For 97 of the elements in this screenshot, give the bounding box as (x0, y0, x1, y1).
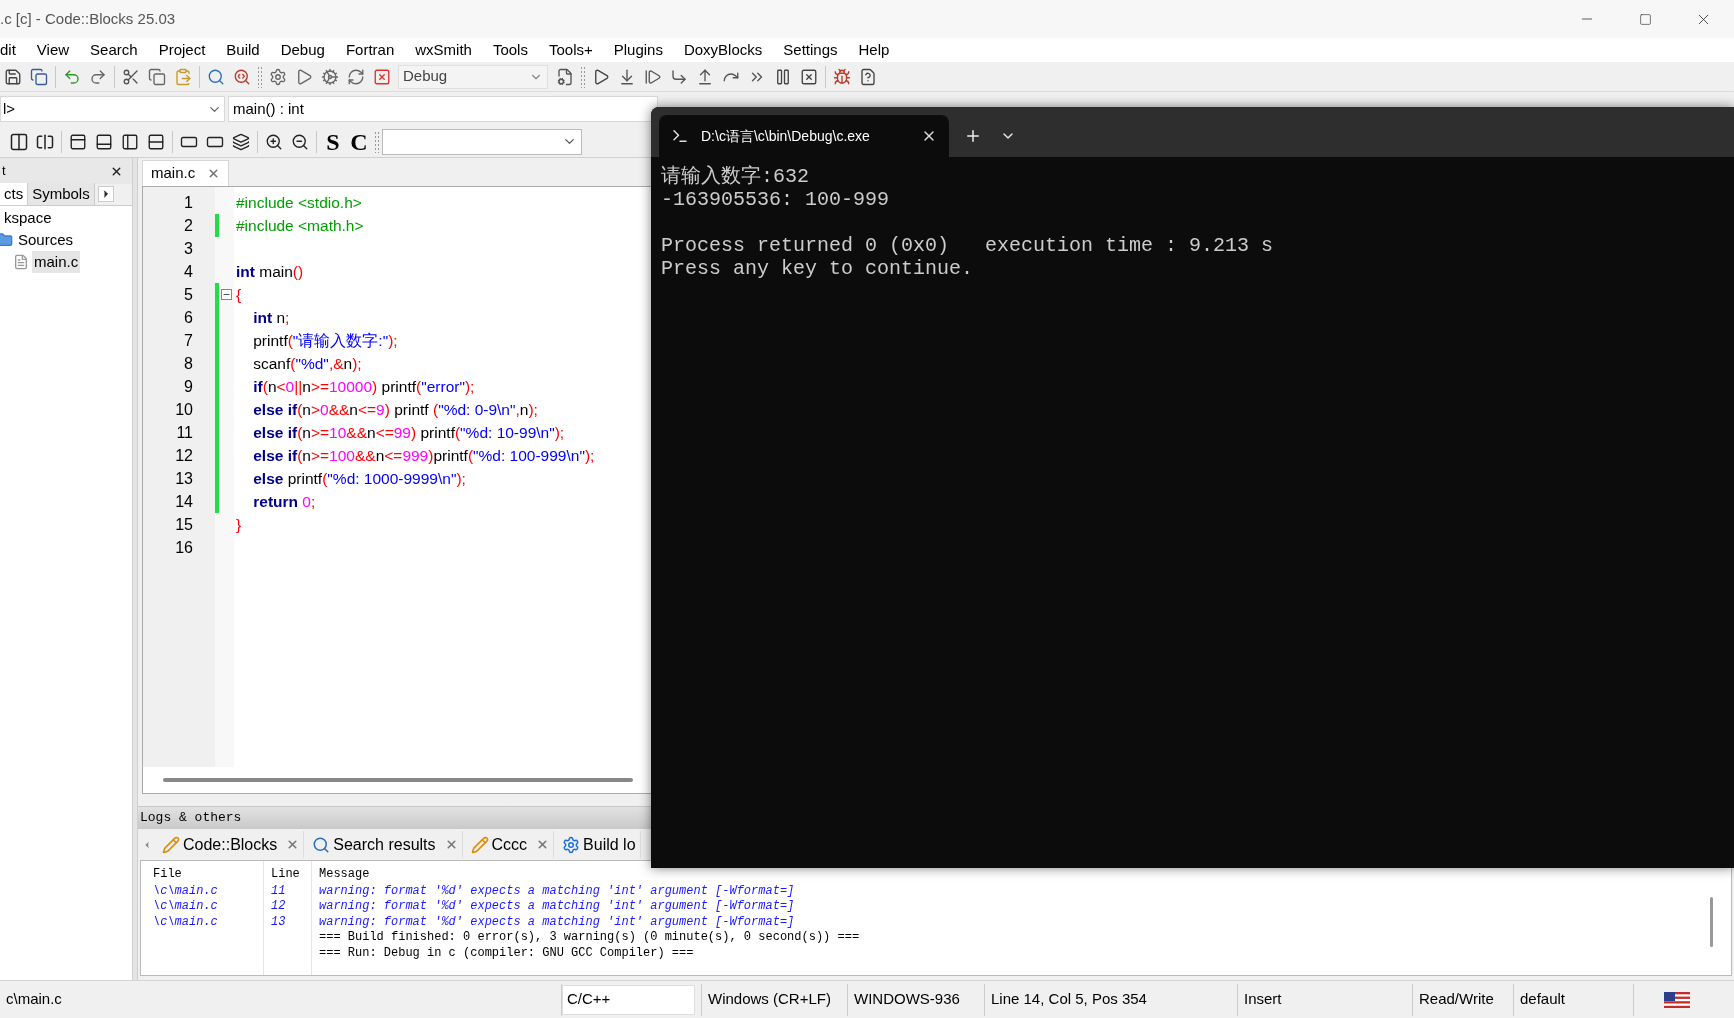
pencil-icon (162, 835, 180, 854)
flag-icon[interactable] (1664, 991, 1690, 1008)
status-text: Read/Write (1419, 989, 1494, 1010)
line-number: 14 (174, 491, 193, 512)
menu-item[interactable]: Project (158, 38, 206, 62)
column-header[interactable]: Message (315, 865, 374, 883)
line-number: 4 (183, 261, 193, 282)
panel-title: t (2, 162, 6, 181)
line-number: 13 (174, 468, 193, 489)
table-cell: \c\main.c (153, 914, 218, 929)
menu-item[interactable]: Fortran (345, 38, 395, 62)
table-cell-text: === Build finished: 0 error(s), 3 warning(s) (0 minute(s), 0 second(s)) === (318, 929, 861, 947)
tree-item[interactable]: main.c (32, 250, 81, 274)
menu-item[interactable]: Search (90, 38, 138, 62)
editor-tab[interactable]: main.c (142, 160, 230, 186)
scope-select[interactable]: l> (0, 96, 225, 122)
horizontal-scrollbar[interactable] (163, 778, 633, 782)
menu-item[interactable]: Help (858, 38, 890, 62)
code-line: } (236, 514, 242, 535)
table-cell: \c\main.c (153, 899, 218, 914)
line-number: 12 (174, 445, 193, 466)
code-line: else printf("%d: 1000-9999\n"); (252, 468, 466, 489)
code-line: if(n<0||n>=10000) printf("error"); (252, 376, 475, 397)
table-cell: \c\main.c (153, 883, 218, 898)
menu-item[interactable]: Settings (783, 38, 838, 62)
line-number: 5 (183, 284, 193, 305)
code-line: { (236, 284, 242, 305)
line-number: 9 (183, 376, 193, 397)
code-line: else if(n>=10&&n<=99) printf("%d: 10-99\n"); (252, 422, 565, 443)
menu-item[interactable]: Tools+ (548, 38, 593, 62)
menu-item[interactable]: wxSmith (415, 38, 472, 62)
scroll-right-icon[interactable] (97, 186, 114, 202)
status-text: Insert (1244, 989, 1282, 1010)
menu-item[interactable]: Plugins (613, 38, 663, 62)
column-header[interactable]: Line (267, 865, 315, 883)
console-line: -163905536: 100-999 (661, 188, 890, 211)
code-line: printf("请输入数字:"); (252, 330, 398, 351)
panel-tab[interactable]: cts (0, 183, 29, 205)
menu-item[interactable]: Build (226, 38, 260, 62)
menu-item[interactable]: Tools (492, 38, 528, 62)
line-number: 1 (183, 192, 193, 213)
tree-item[interactable]: kspace (2, 206, 54, 230)
code-line: return 0; (252, 491, 316, 512)
table-cell-text: warning: format '%d' expects a matching 'int' argument [-Wformat=] (318, 898, 796, 916)
code-line: int n; (252, 307, 290, 328)
line-number: 11 (175, 422, 193, 443)
gear-icon (562, 835, 581, 854)
status-text: Line 14, Col 5, Pos 354 (991, 989, 1147, 1010)
console-line: Process returned 0 (0x0) execution time : 9.213 s (661, 234, 1274, 257)
table-cell: 12 (271, 899, 286, 914)
panel-tab[interactable]: Symbols (28, 183, 95, 205)
status-text: Windows (CR+LF) (708, 989, 831, 1010)
line-number: 10 (174, 399, 193, 420)
status-text: c\main.c (6, 989, 62, 1010)
menu-item[interactable]: Debug (280, 38, 325, 62)
line-number: 2 (183, 215, 193, 236)
tree-item[interactable]: Sources (16, 228, 76, 252)
line-number: 8 (183, 353, 193, 374)
code-line: else if(n>=100&&n<=999)printf("%d: 100-999\n"); (252, 445, 595, 466)
vertical-scrollbar[interactable] (1710, 897, 1713, 947)
file-icon (12, 253, 30, 271)
build-target-select[interactable]: Debug (398, 64, 548, 89)
letter-tool-button[interactable]: S (320, 128, 346, 155)
terminal-icon (671, 127, 689, 145)
menu-item[interactable]: DoxyBlocks (683, 38, 763, 62)
code-line: else if(n>0&&n<=9) printf ("%d: 0-9\n",n); (252, 399, 538, 420)
folder-icon (0, 231, 14, 249)
table-cell-text: warning: format '%d' expects a matching 'int' argument [-Wformat=] (318, 882, 796, 900)
window-title: .c [c] - Code::Blocks 25.03 (0, 8, 177, 29)
menu-item[interactable]: View (36, 38, 70, 62)
magnifier-icon (312, 835, 331, 854)
language-field[interactable]: C/C++ (562, 984, 695, 1015)
table-cell-text: === Run: Debug in c (compiler: GNU GCC Compiler) === (318, 944, 695, 962)
terminal-tab[interactable]: D:\c语言\c\bin\Debug\c.exe (659, 115, 949, 157)
code-line: int main() (236, 261, 304, 282)
table-cell: 13 (271, 914, 286, 929)
column-header[interactable]: File (149, 865, 267, 883)
line-number: 3 (183, 238, 193, 259)
table-cell-text: warning: format '%d' expects a matching 'int' argument [-Wformat=] (318, 913, 796, 931)
pencil-icon (470, 835, 489, 854)
status-text: default (1520, 989, 1566, 1010)
line-number: 7 (183, 330, 193, 351)
status-text: WINDOWS-936 (854, 989, 960, 1010)
code-line: #include <math.h> (236, 215, 364, 236)
line-number: 6 (183, 307, 193, 328)
letter-tool-button[interactable]: C (346, 128, 372, 155)
table-cell: 11 (271, 883, 286, 898)
function-select[interactable]: main() : int (228, 96, 658, 122)
console-line: 请输入数字:632 (661, 165, 809, 188)
menu-item[interactable]: dit (0, 38, 16, 62)
line-number: 15 (174, 514, 193, 535)
code-line: #include <stdio.h> (236, 192, 362, 213)
code-line: scanf("%d",&n); (252, 353, 362, 374)
panel-title: Logs & others (140, 809, 242, 828)
console-line: Press any key to continue. (661, 257, 974, 280)
line-number: 16 (174, 537, 193, 558)
fold-toggle-icon[interactable] (221, 289, 232, 300)
